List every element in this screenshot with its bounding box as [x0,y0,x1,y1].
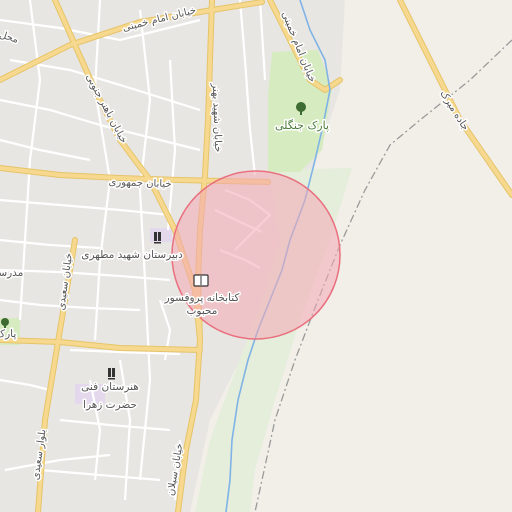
school-motahari-label: دبیرستان شهید مطهری [81,249,183,261]
map-view[interactable]: پارک جنگلی خیابان امام خمینی خیابان امام… [0,0,512,512]
vocational-school-label-line1: هنرستان فنی [81,381,139,393]
park-jangali-label: پارک جنگلی [275,119,329,132]
library-icon[interactable] [193,274,209,287]
vocational-school-label-line2: حضرت زهرا [83,399,137,411]
park-left-label: پارک [0,328,16,340]
madrese-left-label: مدرسه [0,267,23,279]
map-canvas[interactable]: پارک جنگلی خیابان امام خمینی خیابان امام… [0,0,512,512]
street-jomhouri-label: خیابان جمهوری [108,177,171,190]
library-label-line2: محبوب [187,305,218,317]
library-label-line1: کتابخانه پروفسور [164,292,240,304]
